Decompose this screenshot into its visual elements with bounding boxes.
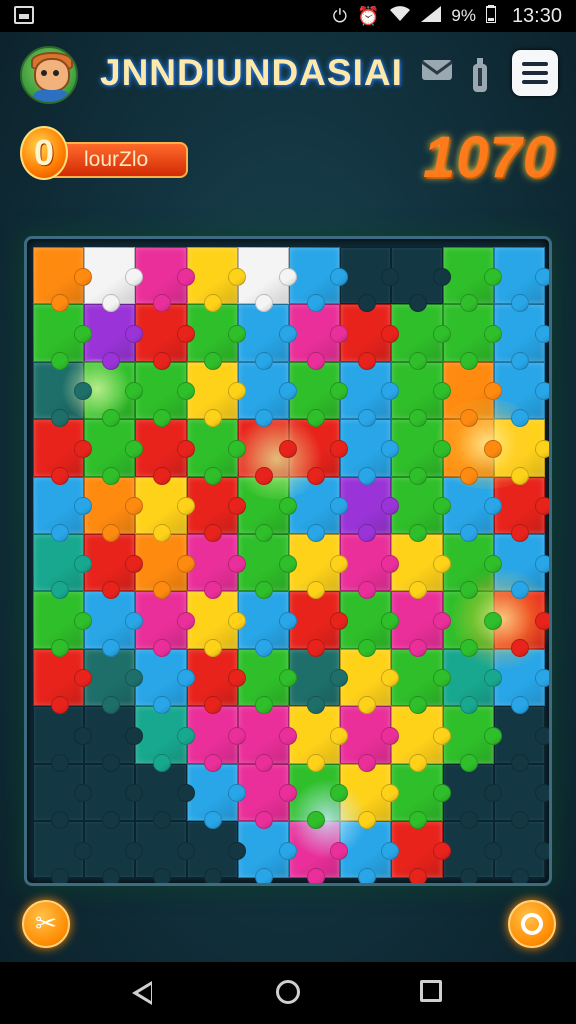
puzzle-piece[interactable] xyxy=(33,304,93,371)
puzzle-piece[interactable] xyxy=(33,706,93,772)
wifi-icon xyxy=(389,5,411,27)
puzzle-grid[interactable] xyxy=(33,247,549,883)
level-badge: 0 xyxy=(20,126,68,180)
puzzle-piece[interactable] xyxy=(135,247,195,313)
puzzle-piece[interactable] xyxy=(135,361,195,428)
clock: 13:30 xyxy=(511,4,562,27)
hint-icon xyxy=(521,913,543,935)
puzzle-piece[interactable] xyxy=(135,706,195,772)
shuffle-icon: ✂ xyxy=(35,909,57,939)
puzzle-piece[interactable] xyxy=(33,533,93,600)
puzzle-piece[interactable] xyxy=(135,419,195,486)
navigation-bar xyxy=(0,962,576,1024)
game-title: JNNDIUNDASIAI xyxy=(100,52,403,93)
puzzle-piece[interactable] xyxy=(33,820,93,883)
gallery-icon xyxy=(14,6,34,24)
hint-button[interactable] xyxy=(508,900,556,948)
puzzle-board[interactable] xyxy=(24,236,552,886)
puzzle-piece[interactable] xyxy=(135,648,195,715)
data-saver-icon: ⏻ xyxy=(332,5,347,27)
menu-button[interactable] xyxy=(512,50,558,96)
recents-icon[interactable] xyxy=(420,980,442,1002)
puzzle-piece[interactable] xyxy=(33,361,93,428)
home-icon[interactable] xyxy=(276,980,300,1004)
puzzle-piece[interactable] xyxy=(135,820,195,883)
bottle-icon[interactable] xyxy=(470,58,490,92)
puzzle-piece[interactable] xyxy=(33,476,93,543)
puzzle-piece[interactable] xyxy=(135,476,195,543)
puzzle-piece[interactable] xyxy=(135,591,195,658)
back-icon[interactable] xyxy=(132,981,152,1005)
score: 1070 xyxy=(422,125,556,190)
alarm-icon: ⏰ xyxy=(356,5,380,27)
battery-icon xyxy=(484,4,497,28)
game-header: JNNDIUNDASIAI xyxy=(0,40,576,110)
puzzle-piece[interactable] xyxy=(135,304,195,371)
shuffle-button[interactable]: ✂ xyxy=(22,900,70,948)
puzzle-piece[interactable] xyxy=(135,533,195,600)
status-bar: ⏻ ⏰ 9% 13:30 xyxy=(0,0,576,32)
signal-icon xyxy=(421,5,442,27)
battery-percent: 9% xyxy=(451,6,476,25)
puzzle-piece[interactable] xyxy=(33,648,93,715)
puzzle-piece[interactable] xyxy=(135,763,195,830)
puzzle-piece[interactable] xyxy=(33,419,93,486)
puzzle-piece[interactable] xyxy=(33,763,93,830)
puzzle-piece[interactable] xyxy=(33,247,93,313)
player-avatar[interactable] xyxy=(20,46,78,104)
puzzle-piece[interactable] xyxy=(33,591,93,658)
level-label: lourZlo xyxy=(48,142,188,178)
mail-icon[interactable] xyxy=(420,56,454,93)
